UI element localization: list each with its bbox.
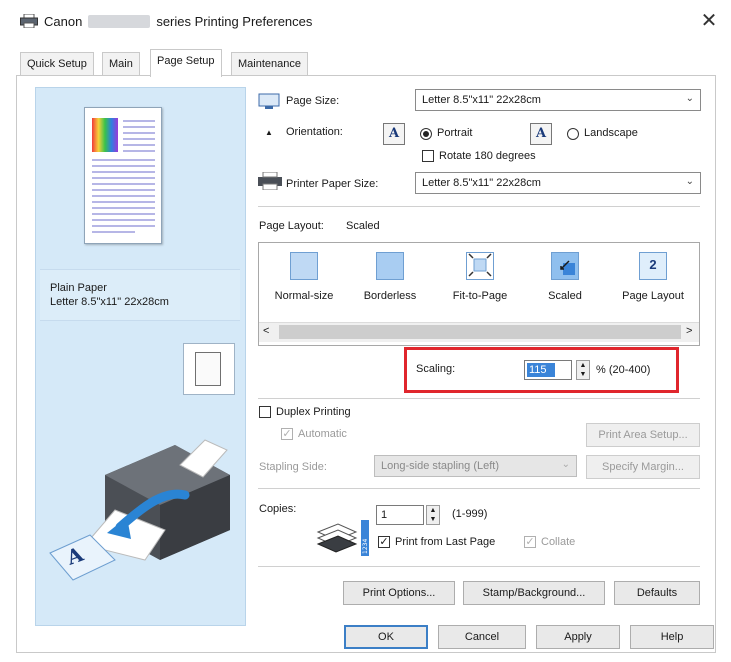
layout-option-label: Borderless (363, 290, 417, 302)
landscape-radio[interactable] (567, 128, 579, 140)
apply-button[interactable]: Apply (536, 625, 620, 649)
duplex-printing-label: Duplex Printing (276, 406, 351, 418)
close-icon: ✕ (700, 10, 718, 32)
tab-label: Page Setup (157, 55, 215, 67)
scaling-range: % (20-400) (596, 364, 651, 376)
portrait-icon: A (383, 123, 405, 145)
page-size-value: Letter 8.5"x11" 22x28cm (422, 94, 541, 106)
divider (258, 206, 700, 207)
tab-page-setup[interactable]: Page Setup (150, 49, 222, 77)
title-suffix: series Printing Preferences (156, 14, 313, 29)
ok-button[interactable]: OK (344, 625, 428, 649)
tab-label: Main (109, 58, 133, 70)
print-from-last-page-checkbox[interactable]: ✓ (378, 536, 390, 548)
divider (258, 488, 700, 489)
landscape-icon: A (530, 123, 552, 145)
portrait-page-icon (195, 352, 221, 386)
collate-label: Collate (541, 536, 576, 548)
duplex-printing-checkbox[interactable] (259, 406, 271, 418)
print-from-last-page-label: Print from Last Page (395, 536, 496, 548)
tab-quick-setup[interactable]: Quick Setup (20, 52, 94, 76)
layout-page-layout[interactable]: 2 Page Layout (613, 250, 693, 310)
scaled-icon (551, 252, 579, 280)
tab-main[interactable]: Main (102, 52, 140, 76)
stapling-side-value: Long-side stapling (Left) (381, 460, 500, 472)
printer-app-icon (20, 13, 38, 29)
printer-paper-size-label: Printer Paper Size: (286, 178, 379, 190)
copies-range: (1-999) (452, 508, 488, 520)
print-options-button[interactable]: Print Options... (343, 581, 455, 605)
specify-margin-button[interactable]: Specify Margin... (586, 455, 700, 479)
layout-option-label: Page Layout (622, 290, 684, 302)
page-layout-label: Page Layout: (259, 220, 324, 232)
layout-option-label: Fit-to-Page (452, 290, 508, 302)
borderless-icon (376, 252, 404, 280)
layout-option-label: Scaled (548, 290, 582, 302)
page-layout-icon: 2 (639, 252, 667, 280)
automatic-checkbox[interactable]: ✓ (281, 428, 293, 440)
scaling-label: Scaling: (416, 363, 456, 375)
copies-input[interactable]: 1 (376, 505, 424, 525)
layout-scaled[interactable]: Scaled (525, 250, 605, 310)
media-type: Plain Paper (50, 282, 107, 294)
chevron-down-icon: ⌄ (685, 93, 694, 104)
redacted-model-name (88, 15, 151, 28)
copies-label: Copies: (259, 503, 297, 515)
page-preview (84, 107, 162, 244)
orientation-label: Orientation: (286, 126, 343, 138)
automatic-label: Automatic (298, 428, 347, 440)
page-size-label: Page Size: (286, 95, 340, 107)
page-size-select[interactable]: Letter 8.5"x11" 22x28cm ⌄ (415, 89, 701, 111)
scrollbar-thumb[interactable] (279, 325, 681, 339)
portrait-radio[interactable] (420, 128, 432, 140)
scaling-value: 115 (527, 363, 555, 377)
layout-normal-size[interactable]: Normal-size (264, 250, 344, 310)
cancel-button[interactable]: Cancel (438, 625, 526, 649)
divider (258, 566, 700, 567)
chevron-down-icon: ⌄ (561, 459, 570, 470)
collate-checkbox[interactable]: ✓ (524, 536, 536, 548)
rotate-180-label: Rotate 180 degrees (439, 150, 536, 162)
portrait-label: Portrait (437, 127, 473, 139)
chevron-down-icon: ⌄ (685, 176, 694, 187)
page-size-icon (258, 93, 280, 112)
layout-option-label: Normal-size (274, 290, 334, 302)
landscape-label: Landscape (584, 127, 638, 139)
copies-value: 1 (381, 509, 388, 521)
help-button[interactable]: Help (630, 625, 714, 649)
rotate-180-checkbox[interactable] (422, 150, 434, 162)
layout-borderless[interactable]: Borderless (350, 250, 430, 310)
scaling-input[interactable]: 115 (524, 360, 572, 380)
close-button[interactable]: ✕ (696, 8, 722, 34)
scaling-spinner[interactable]: ▲ ▼ (576, 360, 590, 380)
printer-paper-size-value: Letter 8.5"x11" 22x28cm (422, 177, 541, 189)
printer-paper-size-icon (257, 171, 283, 193)
scroll-left-icon[interactable]: < (263, 325, 269, 337)
svg-text:1234: 1234 (362, 539, 369, 554)
fit-to-page-icon (466, 252, 494, 280)
orientation-bullet-icon: ▲ (265, 128, 273, 137)
copies-spinner[interactable]: ▲ ▼ (426, 505, 440, 525)
scroll-right-icon[interactable]: > (686, 325, 692, 337)
stapling-side-select[interactable]: Long-side stapling (Left) ⌄ (374, 455, 577, 477)
stapling-side-label: Stapling Side: (259, 461, 327, 473)
printer-paper-size-select[interactable]: Letter 8.5"x11" 22x28cm ⌄ (415, 172, 701, 194)
normal-size-icon (290, 252, 318, 280)
copies-stack-icon: 1234 (316, 518, 372, 563)
paper-info: Plain Paper Letter 8.5"x11" 22x28cm (40, 269, 240, 321)
tab-label: Quick Setup (27, 58, 87, 70)
printer-illustration: A (45, 435, 235, 585)
tab-label: Maintenance (238, 58, 301, 70)
preview-paper-size: Letter 8.5"x11" 22x28cm (50, 296, 169, 308)
title-prefix: Canon (44, 14, 83, 29)
page-layout-current: Scaled (346, 220, 380, 232)
print-area-setup-button[interactable]: Print Area Setup... (586, 423, 700, 447)
layout-fit-to-page[interactable]: Fit-to-Page (440, 250, 520, 310)
window-title: Canon series Printing Preferences (44, 14, 312, 29)
tab-maintenance[interactable]: Maintenance (231, 52, 308, 76)
divider (258, 398, 700, 399)
defaults-button[interactable]: Defaults (614, 581, 700, 605)
stamp-background-button[interactable]: Stamp/Background... (463, 581, 605, 605)
